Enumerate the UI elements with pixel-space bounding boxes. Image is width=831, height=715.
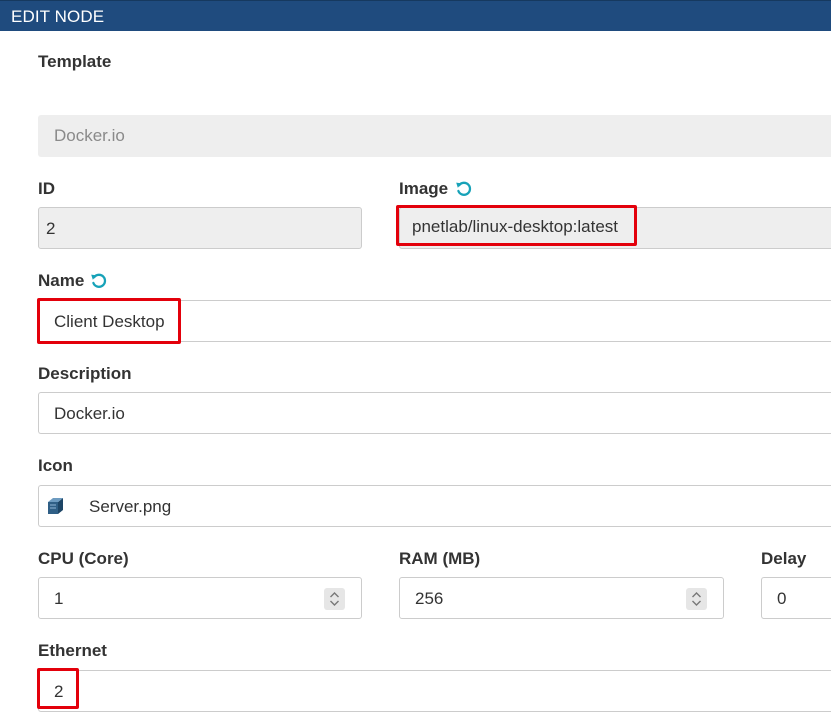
ram-input[interactable]: 256	[399, 577, 724, 619]
ram-stepper[interactable]	[686, 588, 707, 610]
icon-label: Icon	[38, 456, 73, 475]
stepper-arrows-icon	[330, 592, 339, 606]
delay-value: 0	[777, 589, 787, 608]
delay-label: Delay	[761, 549, 807, 568]
ram-value: 256	[415, 589, 444, 608]
id-value: 2	[46, 219, 56, 238]
image-refresh-icon[interactable]	[455, 180, 473, 198]
ethernet-highlight-box	[37, 668, 79, 709]
name-label: Name	[38, 271, 85, 290]
description-label: Description	[38, 364, 132, 383]
template-label: Template	[38, 52, 112, 71]
name-refresh-icon[interactable]	[90, 272, 108, 290]
name-highlight-box	[37, 298, 181, 344]
icon-select[interactable]: Server.png	[38, 485, 831, 527]
cpu-value: 1	[54, 589, 64, 608]
description-value: Docker.io	[54, 404, 125, 423]
image-highlight-box	[396, 205, 637, 246]
ram-label: RAM (MB)	[399, 549, 481, 568]
template-value: Docker.io	[54, 126, 125, 145]
ethernet-input[interactable]: 2	[38, 670, 831, 712]
id-field: 2	[38, 207, 362, 249]
ethernet-label: Ethernet	[38, 641, 107, 660]
dialog-header: EDIT NODE	[0, 0, 831, 31]
cpu-stepper[interactable]	[324, 588, 345, 610]
stepper-arrows-icon	[692, 592, 701, 606]
cpu-label: CPU (Core)	[38, 549, 129, 568]
dialog-title: EDIT NODE	[11, 7, 105, 26]
id-label: ID	[38, 179, 55, 198]
delay-input[interactable]: 0	[761, 577, 831, 619]
cpu-input[interactable]: 1	[38, 577, 362, 619]
template-select[interactable]: Docker.io	[38, 115, 831, 157]
server-icon	[48, 498, 63, 514]
icon-value: Server.png	[89, 497, 172, 516]
description-input[interactable]: Docker.io	[38, 392, 831, 434]
image-label: Image	[399, 179, 449, 198]
